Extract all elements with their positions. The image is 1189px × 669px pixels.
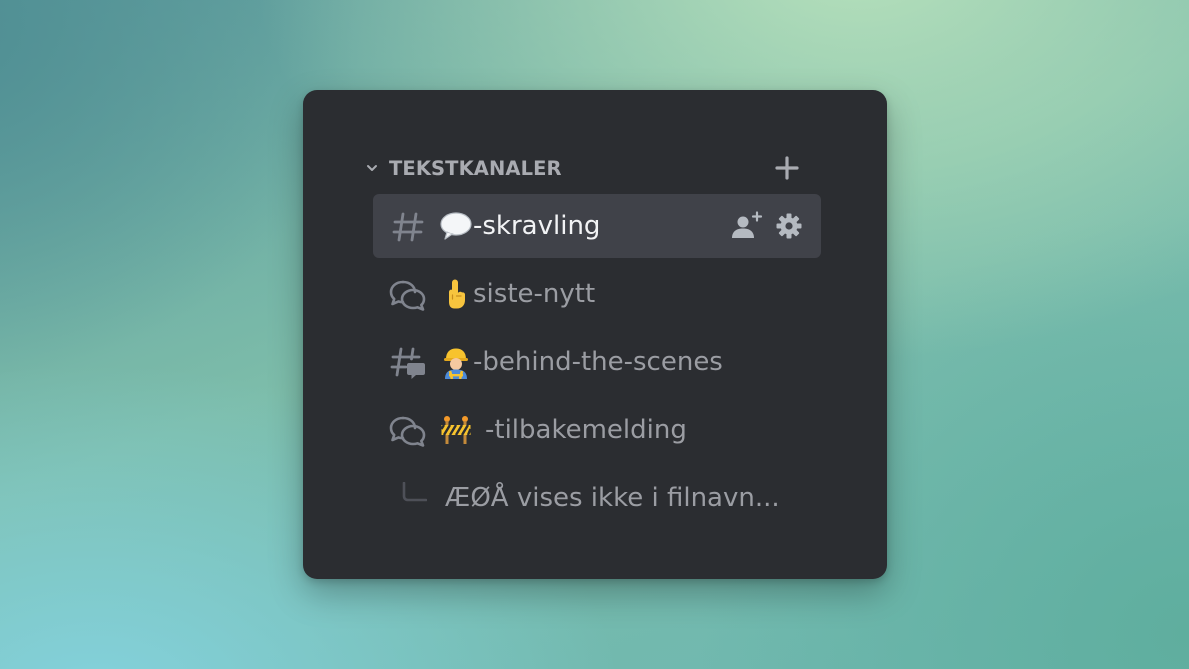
category-header[interactable]: TEKSTKANALER [365, 154, 805, 182]
channel-name: siste-nytt [473, 279, 596, 309]
channel-item-tilbakemelding[interactable]: -tilbakemelding [373, 398, 821, 462]
channel-item-skravling[interactable]: -skravling [373, 194, 821, 258]
thread-spine-icon [401, 481, 428, 502]
channel-name: -behind-the-scenes [473, 347, 723, 377]
construction-barrier-emoji [439, 413, 473, 447]
channel-name: -tilbakemelding [485, 415, 687, 445]
thread-item[interactable]: ÆØÅ vises ikke i filnavn... [373, 466, 821, 530]
chevron-down-icon[interactable] [365, 161, 379, 175]
gear-icon[interactable] [773, 210, 805, 242]
category-label: TEKSTKANALER [389, 156, 562, 180]
hash-thread-icon [389, 346, 427, 380]
forum-icon [389, 278, 427, 312]
construction-worker-emoji [439, 345, 473, 379]
thread-name: ÆØÅ vises ikke i filnavn... [445, 483, 780, 513]
plus-icon[interactable] [773, 154, 801, 182]
channel-list-panel: TEKSTKANALER -skravling siste-nytt -behi… [303, 90, 887, 579]
pointing-up-emoji [439, 277, 473, 311]
channel-item-siste-nytt[interactable]: siste-nytt [373, 262, 821, 326]
invite-user-icon[interactable] [731, 210, 763, 242]
hash-icon [389, 210, 427, 244]
forum-icon [389, 414, 427, 448]
channel-item-behind-the-scenes[interactable]: -behind-the-scenes [373, 330, 821, 394]
channel-name: -skravling [473, 211, 601, 241]
speech-bubble-emoji [439, 209, 473, 243]
